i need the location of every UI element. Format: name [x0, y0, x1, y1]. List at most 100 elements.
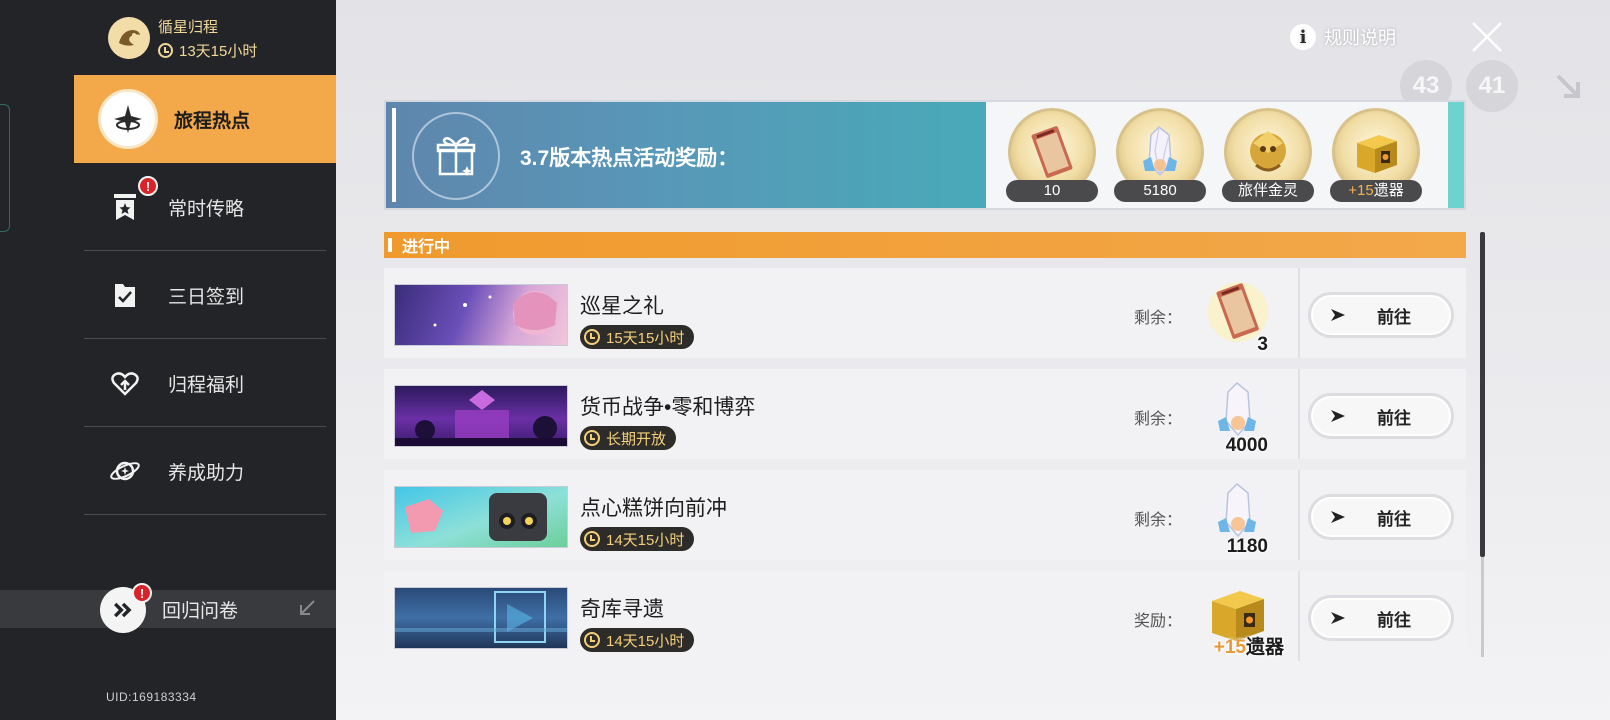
remaining-label: 剩余： [1134, 411, 1183, 428]
event-timer-badge: 14天15小时 [580, 527, 695, 551]
scrollbar-thumb[interactable] [1480, 232, 1485, 557]
survey-label: 回归问卷 [162, 600, 239, 622]
in-progress-header: 进行中 [384, 232, 1466, 258]
sidebar-item-return-welfare[interactable]: 归程福利 [74, 339, 336, 427]
reward-label: 10 [1006, 180, 1098, 202]
crystal-icon: 4000 [1202, 377, 1278, 457]
sidebar-item-label: 归程福利 [168, 374, 245, 396]
reward-count: +15遗器 [1214, 632, 1284, 659]
row-separator [1298, 571, 1300, 661]
count-plus: +15 [1213, 637, 1246, 658]
go-button[interactable]: 前往 [1308, 494, 1454, 540]
reward-item-crystal[interactable]: 5180 [1112, 106, 1208, 204]
arrow-right-icon [1331, 410, 1345, 422]
divider [84, 514, 326, 515]
event-timer-badge: 14天15小时 [580, 628, 695, 652]
go-button[interactable]: 前往 [1308, 595, 1454, 641]
count-value: 3 [1257, 334, 1268, 355]
bookmark-star-icon: ! [98, 176, 158, 234]
sidebar-edge-accent [0, 104, 10, 232]
event-title: 货币战争•零和博弈 [580, 396, 756, 419]
sidebar-item-label: 常时传略 [168, 198, 245, 220]
go-button[interactable]: 前往 [1308, 393, 1454, 439]
event-thumbnail [394, 385, 568, 447]
count-value: 遗器 [1245, 637, 1284, 658]
sidebar-item-label: 养成助力 [168, 462, 245, 484]
event-title: 奇库寻遗 [580, 598, 664, 621]
reward-label: 5180 [1114, 180, 1206, 202]
double-chevron-icon: ! [100, 583, 152, 633]
rules-button[interactable]: i 规则说明 [1290, 24, 1396, 50]
reward-banner: 3.7版本热点活动奖励： 10 5180 旅伴金灵 +15遗器 [384, 100, 1466, 210]
event-timer-badge: 长期开放 [580, 426, 677, 450]
clock-icon [584, 329, 600, 345]
arrow-right-icon [1331, 612, 1345, 624]
event-row: 点心糕饼向前冲 14天15小时 剩余： 1180 前往 [384, 470, 1466, 560]
sidebar-item-growth-support[interactable]: 养成助力 [74, 427, 336, 515]
reward-label: 奖励： [1134, 613, 1183, 630]
reward-label: +15遗器 [1330, 180, 1422, 202]
notification-badge: ! [138, 176, 158, 196]
uid-text: UID:169183334 [106, 690, 197, 704]
event-header: 循星归程 13天15小时 [108, 12, 257, 64]
event-row: 货币战争•零和博弈 长期开放 剩余： 4000 前往 [384, 369, 1466, 459]
reward-plus: +15 [1348, 182, 1374, 199]
event-timer-badge: 15天15小时 [580, 325, 695, 349]
info-icon: i [1290, 24, 1316, 50]
sidebar-item-regular-chronicle[interactable]: ! 常时传略 [74, 163, 336, 251]
compass-star-icon [98, 89, 158, 149]
notification-badge: ! [132, 583, 152, 603]
clock-icon [584, 632, 600, 648]
arrow-right-icon [1331, 309, 1345, 321]
relic-chest-icon: +15遗器 [1202, 579, 1284, 658]
reward-item-ticket[interactable]: 10 [1004, 106, 1100, 204]
row-separator [1298, 369, 1300, 459]
header-tick [388, 238, 392, 252]
go-label: 前往 [1377, 509, 1411, 529]
ticket-icon: 3 [1202, 276, 1278, 356]
rules-label: 规则说明 [1324, 28, 1396, 48]
calendar-check-icon [98, 268, 152, 322]
sidebar-item-journey-hotspot[interactable]: 旅程热点 [74, 75, 336, 163]
event-thumbnail [394, 486, 568, 548]
event-title: 巡星之礼 [580, 295, 664, 318]
arrow-down-left-icon [300, 600, 315, 615]
reward-item-relic-chest[interactable]: +15遗器 [1328, 106, 1424, 204]
sidebar-item-label: 三日签到 [168, 286, 245, 308]
banner-right-cap [1448, 102, 1464, 208]
event-timer-text: 15天15小时 [606, 329, 685, 347]
reward-label-text: 遗器 [1373, 182, 1404, 199]
event-row: 巡星之礼 15天15小时 剩余： 3 前往 [384, 268, 1466, 358]
clock-icon [584, 430, 600, 446]
event-timer-text: 13天15小时 [179, 42, 258, 60]
event-thumbnail [394, 587, 568, 649]
planet-icon [98, 444, 152, 498]
event-timer: 13天15小时 [158, 40, 257, 61]
event-logo-icon [108, 17, 150, 59]
sidebar: 循星归程 13天15小时 旅程热点 ! 常时传略 三日签到 归程福利 养成助力 … [0, 0, 336, 720]
clock-icon [158, 42, 173, 58]
banner-title: 3.7版本热点活动奖励： [520, 147, 739, 170]
arrow-right-icon [1331, 511, 1345, 523]
in-progress-label: 进行中 [402, 239, 451, 256]
reward-count: 4000 [1226, 435, 1268, 457]
go-button[interactable]: 前往 [1308, 292, 1454, 338]
ghost-number: 41 [1466, 60, 1518, 112]
heart-arrow-icon [98, 356, 152, 410]
reward-item-companion[interactable]: 旅伴金灵 [1220, 106, 1316, 204]
event-timer-text: 长期开放 [606, 430, 667, 448]
banner-title-area: 3.7版本热点活动奖励： [386, 102, 986, 208]
event-row: 奇库寻遗 14天15小时 奖励： +15遗器 前往 [384, 571, 1466, 661]
reward-label: 旅伴金灵 [1222, 180, 1314, 202]
sidebar-item-three-day-checkin[interactable]: 三日签到 [74, 251, 336, 339]
close-icon[interactable] [1470, 20, 1504, 54]
row-separator [1298, 268, 1300, 358]
reward-count: 3 [1257, 334, 1268, 356]
event-thumbnail [394, 284, 568, 346]
crystal-icon: 1180 [1202, 478, 1278, 557]
remaining-label: 剩余： [1134, 512, 1183, 529]
event-name: 循星归程 [158, 18, 219, 36]
count-value: 4000 [1225, 435, 1268, 456]
survey-button[interactable]: ! 回归问卷 [0, 583, 336, 633]
go-label: 前往 [1377, 610, 1411, 630]
